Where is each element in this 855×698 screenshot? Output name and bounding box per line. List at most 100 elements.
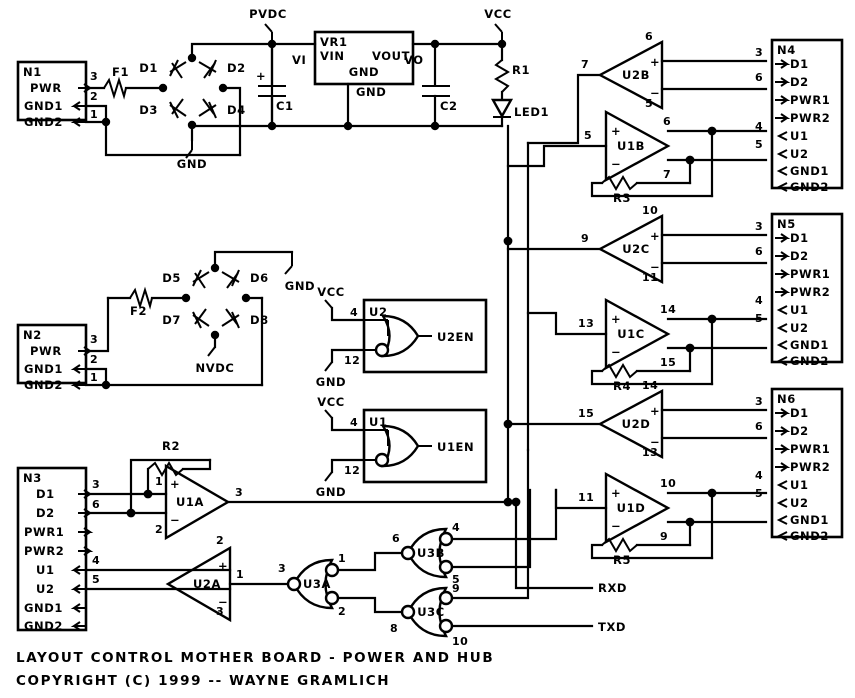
inverting-bubble-u1en [374, 452, 390, 468]
enable-block-u2en-output-label: U2EN [437, 330, 474, 344]
connector-n3-pin-pwr2-label: PWR2 [24, 544, 64, 558]
capacitor-c1-polarity: + [256, 69, 266, 83]
gate-u3c-input-a-bubble [438, 590, 454, 606]
gate-u3b-ref: U3B [417, 546, 445, 560]
connector-n5-d1-number: 3 [755, 220, 763, 233]
connector-n4-d2-number: 6 [755, 71, 763, 84]
connector-n3-pin-d1-label: D1 [36, 487, 55, 501]
opamp-u2c-pin-in-minus: 11 [642, 271, 658, 284]
connector-n4-u2-number: 5 [755, 138, 763, 151]
opamp-u1c-pin-in-minus: 15 [660, 356, 676, 369]
inverting-bubble-u2en [374, 342, 390, 358]
gate-u3a-pin-in-a: 1 [338, 552, 346, 565]
opamp-u2d-pin-out: 15 [578, 407, 594, 420]
connector-n6-u1-number: 4 [755, 469, 763, 482]
regulator-vr1[interactable]: VR1 VIN VOUT GND [313, 30, 415, 86]
opamp-u2a-pin-in-plus: 2 [216, 534, 224, 547]
connector-n1[interactable]: N1 PWR GND1 GND2 3 2 1 [16, 60, 98, 129]
opamp-u1d-pin-in-minus: 9 [660, 530, 668, 543]
connector-n4-d1-number: 3 [755, 46, 763, 59]
connector-n3-u1-number: 4 [92, 554, 100, 567]
opamp-u2d-plus: + [650, 404, 660, 418]
connector-n4-pin-d1-label: D1 [790, 57, 809, 71]
enable-block-u2en[interactable]: U2 U2EN [362, 298, 488, 374]
opamp-u2d-ref: U2D [622, 417, 651, 431]
gate-u3c-pin-in-b: 10 [452, 635, 468, 648]
connector-n6-ref: N6 [777, 392, 796, 406]
regulator-vr1-ref: VR1 [320, 35, 348, 49]
opamp-u1a-pin-out: 3 [235, 486, 243, 499]
gate-u3b-pin-out: 6 [392, 532, 400, 545]
regulator-vr1-vin-label: VIN [320, 49, 345, 63]
connector-n4-pin-d2-label: D2 [790, 75, 809, 89]
connector-n2-pin-pwr-label: PWR [30, 344, 62, 358]
opamp-u1a-pin-in-plus: 1 [155, 475, 163, 488]
schematic-sheet: N1 PWR GND1 GND2 3 2 1 F1 D1 D2 D3 D4 GN… [0, 0, 855, 698]
connector-n4-ref: N4 [777, 43, 796, 57]
connector-n3-ref: N3 [23, 471, 42, 485]
opamp-u2c-pin-out: 9 [581, 232, 589, 245]
connector-n1-ref: N1 [23, 65, 42, 79]
connector-n2[interactable]: N2 PWR GND1 GND2 3 2 1 [16, 323, 98, 392]
diode-d7-label: D7 [162, 313, 181, 327]
opamp-u1d-plus: + [611, 486, 621, 500]
gate-u3a-input-b-bubble [324, 590, 340, 606]
connector-n3-pin-u1-label: U1 [36, 563, 55, 577]
connector-n6-pin-pwr2-label: PWR2 [790, 460, 830, 474]
opamp-u1c-plus: + [611, 312, 621, 326]
sheet-title-line2: COPYRIGHT (C) 1999 -- WAYNE GRAMLICH [16, 673, 390, 689]
connector-n5-d2-number: 6 [755, 245, 763, 258]
opamp-u1c-pin-in-plus: 14 [660, 303, 676, 316]
connector-n5-pin-d2-label: D2 [790, 249, 809, 263]
connector-n3-u2-number: 5 [92, 573, 100, 586]
connector-n1-pin-gnd1-label: GND1 [24, 99, 63, 113]
connector-n4-pin-u1-label: U1 [790, 129, 809, 143]
node-label-vo: VO [404, 53, 424, 67]
resistor-r1-label: R1 [512, 63, 530, 77]
net-label-gnd-u2en: GND [316, 375, 346, 389]
opamp-u1d-pin-in-plus: 10 [660, 477, 676, 490]
connector-n4-pin-pwr2-label: PWR2 [790, 111, 830, 125]
connector-n2-pin2-number: 2 [90, 353, 98, 366]
connector-n5-pin-gnd1-label: GND1 [790, 338, 829, 352]
regulator-vr1-gnd-net-label: GND [356, 85, 386, 99]
connector-n6-pin-pwr1-label: PWR1 [790, 442, 830, 456]
connector-n3-d2-number: 6 [92, 498, 100, 511]
gate-u3b-output-bubble [400, 545, 416, 561]
connector-n3-pin-gnd1-label: GND1 [24, 601, 63, 615]
opamp-u2c-ref: U2C [622, 242, 650, 256]
connector-n6-pin-u2-label: U2 [790, 496, 809, 510]
opamp-u1b-pin-in-plus: 6 [663, 115, 671, 128]
net-label-vcc-u1en: VCC [317, 395, 345, 409]
enable-block-u2en-pin-bottom: 12 [344, 354, 360, 367]
connector-n5-pin-pwr2-label: PWR2 [790, 285, 830, 299]
connector-n4-pin-pwr1-label: PWR1 [790, 93, 830, 107]
diode-d3-label: D3 [139, 103, 158, 117]
connector-n2-pin-gnd2-label: GND2 [24, 378, 63, 392]
opamp-u1b-plus: + [611, 124, 621, 138]
opamp-u1d-minus: − [611, 519, 621, 533]
connector-n3-pin-pwr1-label: PWR1 [24, 525, 64, 539]
connector-n1-pin-gnd2-label: GND2 [24, 115, 63, 129]
enable-block-u1en[interactable]: U1 U1EN [362, 408, 488, 484]
gate-u3b-input-b-bubble [438, 559, 454, 575]
opamp-u2d-pin-in-minus: 13 [642, 446, 658, 459]
diode-d1-label: D1 [139, 61, 158, 75]
connector-n2-pin1-number: 1 [90, 371, 98, 384]
enable-block-u2en-pin-top: 4 [350, 306, 358, 319]
opamp-u2d-pin-in-plus: 14 [642, 379, 658, 392]
led1-label: LED1 [514, 105, 549, 119]
gate-u3b-pin-in-a: 4 [452, 521, 460, 534]
net-label-vcc-top: VCC [484, 7, 512, 21]
enable-block-u1en-pin-top: 4 [350, 416, 358, 429]
opamp-u1a-ref: U1A [176, 495, 204, 509]
connector-n2-pin3-number: 3 [90, 333, 98, 346]
connector-n1-pin1-number: 1 [90, 108, 98, 121]
gate-u3c-output-bubble [400, 604, 416, 620]
connector-n1-pin2-number: 2 [90, 90, 98, 103]
gate-u3a-pin-out: 3 [278, 562, 286, 575]
net-label-vcc-u2en: VCC [317, 285, 345, 299]
connector-n5-pin-u2-label: U2 [790, 321, 809, 335]
connector-n6-pin-gnd2-label: GND2 [790, 529, 829, 543]
diode-d2-label: D2 [227, 61, 246, 75]
